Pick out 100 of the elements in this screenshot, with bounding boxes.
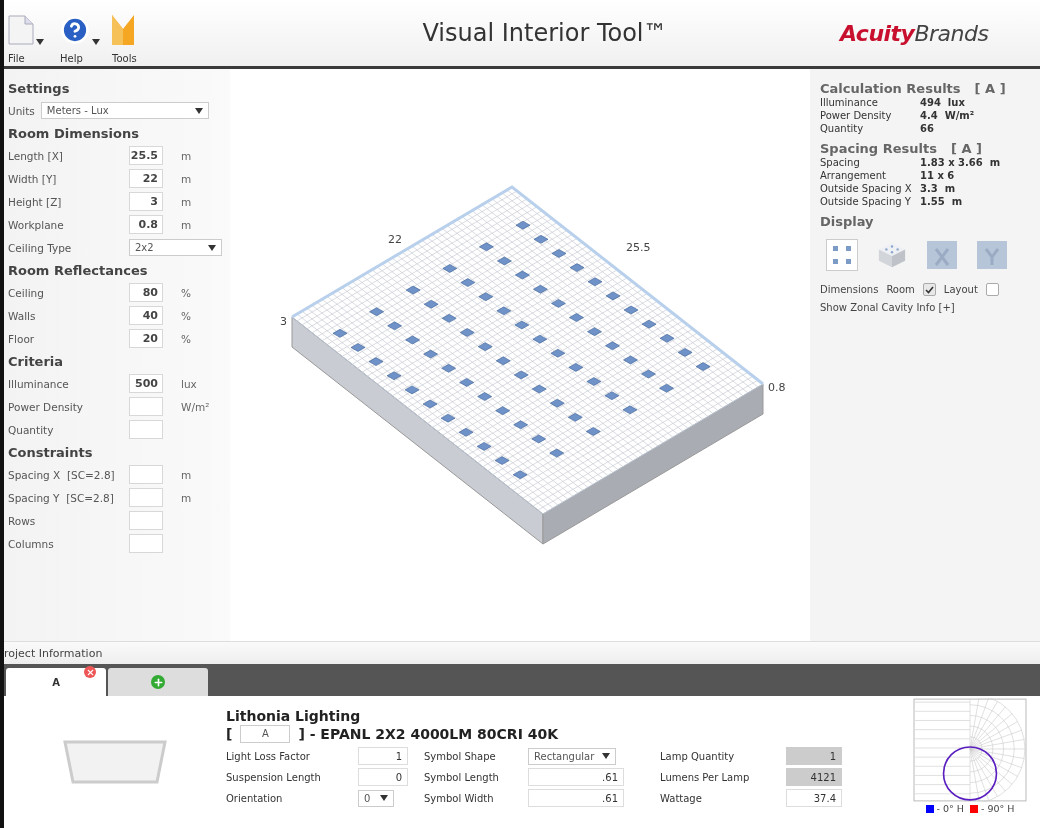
view-button[interactable] — [976, 239, 1008, 271]
result-label: Quantity — [820, 122, 865, 135]
dropdown[interactable]: Rectangular — [528, 747, 616, 765]
input-field[interactable] — [129, 488, 163, 507]
checkbox[interactable] — [922, 283, 936, 296]
field-label: Wattage — [660, 792, 703, 804]
logo-icon — [112, 15, 134, 45]
input-field[interactable] — [129, 465, 163, 484]
toolbar-button[interactable]: Tools — [108, 0, 160, 66]
field-label: Symbol Width — [424, 792, 495, 804]
result-label: Power Density — [820, 109, 893, 122]
section-title: Calculation Results — [820, 81, 961, 96]
unit-label: m — [181, 218, 192, 231]
field-label: Suspension Length — [226, 771, 322, 783]
unit-label: W/m² — [181, 400, 210, 413]
option-label: Layout — [943, 284, 978, 295]
unit-label: m — [181, 195, 192, 208]
field-label: Ceiling Type — [8, 241, 73, 254]
section-title: Room Dimensions — [8, 126, 140, 141]
unit-label: % — [181, 332, 191, 345]
section-title: Room Reflectances — [8, 263, 149, 278]
input-field[interactable] — [129, 534, 163, 553]
close-icon[interactable] — [84, 666, 96, 678]
dropdown[interactable]: 2x2 — [129, 239, 222, 256]
add-tab[interactable] — [108, 668, 208, 696]
type-input[interactable]: A — [240, 725, 291, 743]
field-label: Height [Z] — [8, 195, 63, 208]
project-information-label: roject Information — [4, 646, 103, 660]
input-field[interactable]: 500 — [129, 374, 163, 393]
field-label: Illuminance — [8, 377, 70, 390]
input-field[interactable]: 0 — [358, 768, 408, 786]
dropdown[interactable]: 0 — [358, 789, 394, 807]
fixture-tab[interactable]: A — [6, 668, 106, 696]
result-value: 494 lux — [920, 96, 965, 109]
section-title: Criteria — [8, 354, 65, 369]
dimension-label: 22 — [388, 233, 402, 246]
dropdown[interactable]: Meters - Lux — [40, 102, 209, 119]
field-label: Light Loss Factor — [226, 750, 311, 762]
x-dimension-icon — [927, 241, 957, 269]
option-label: Dimensions — [820, 284, 879, 295]
input-field[interactable]: 25.5 — [129, 146, 163, 165]
section-title: Settings — [8, 81, 71, 96]
result-label: Arrangement — [820, 169, 887, 182]
fixture-description: ] - EPANL 2X2 4000LM 80CRI 40K — [298, 726, 559, 742]
input-field[interactable]: 22 — [129, 169, 163, 188]
view-button[interactable] — [826, 239, 858, 271]
input-field[interactable]: 80 — [129, 283, 163, 302]
result-value: 11 x 6 — [920, 169, 955, 182]
input-field[interactable]: 20 — [129, 329, 163, 348]
input-field[interactable]: 0.8 — [129, 215, 163, 234]
caret-icon — [208, 244, 216, 251]
result-label: Outside Spacing X — [820, 182, 913, 195]
y-dimension-icon — [977, 241, 1007, 269]
section-title: Constraints — [8, 445, 94, 460]
input-field[interactable] — [129, 420, 163, 439]
field-label: Workplane — [8, 218, 65, 231]
result-value: 3.3 m — [920, 182, 956, 195]
field-label: Lumens Per Lamp — [660, 771, 751, 783]
field-label: Length [X] — [8, 149, 64, 162]
zonal-cavity-link[interactable]: Show Zonal Cavity Info [+] — [820, 302, 955, 313]
input-field[interactable] — [129, 397, 163, 416]
unit-label: m — [181, 149, 192, 162]
toolbar-button[interactable]: Help — [56, 0, 108, 66]
result-label: Spacing — [820, 156, 861, 169]
field-label: Spacing Y [SC=2.8] — [8, 491, 115, 504]
legend-label: - 0° H — [936, 803, 964, 814]
caret-icon — [602, 753, 610, 759]
grid-view-icon — [831, 244, 853, 266]
scenario-tag: [ A ] — [950, 141, 982, 156]
field-label: Width [Y] — [8, 172, 58, 185]
dimension-label: 25.5 — [626, 241, 651, 254]
checkbox[interactable] — [985, 283, 999, 296]
view-button[interactable] — [926, 239, 958, 271]
toolbar-button[interactable]: File — [4, 0, 56, 66]
unit-label: m — [181, 491, 192, 504]
input-field[interactable]: 37.4 — [786, 789, 842, 807]
field-label: Floor — [8, 332, 36, 345]
field-label: Spacing X [SC=2.8] — [8, 468, 116, 481]
section-title: Display — [820, 214, 874, 229]
scenario-tag: [ A ] — [974, 81, 1006, 96]
input-field[interactable]: .61 — [528, 768, 624, 786]
input-field[interactable]: 40 — [129, 306, 163, 325]
field-label: Symbol Shape — [424, 750, 497, 762]
field-label: Lamp Quantity — [660, 750, 736, 762]
field-label: Walls — [8, 309, 37, 322]
field-label: Ceiling — [8, 286, 45, 299]
unit-label: % — [181, 286, 191, 299]
result-value: 4.4 W/m² — [920, 109, 975, 122]
field-label: Quantity — [8, 423, 55, 436]
help-icon — [60, 15, 90, 45]
input-field[interactable]: 1 — [358, 747, 408, 765]
input-field[interactable] — [129, 511, 163, 530]
unit-label: m — [181, 468, 192, 481]
result-value: 1.83 x 3.66 m — [920, 156, 1001, 169]
caret-icon — [380, 795, 388, 801]
unit-label: lux — [181, 377, 197, 390]
input-field[interactable]: .61 — [528, 789, 624, 807]
field-label: Units — [8, 104, 35, 117]
document-icon — [8, 15, 34, 45]
input-field[interactable]: 3 — [129, 192, 163, 211]
